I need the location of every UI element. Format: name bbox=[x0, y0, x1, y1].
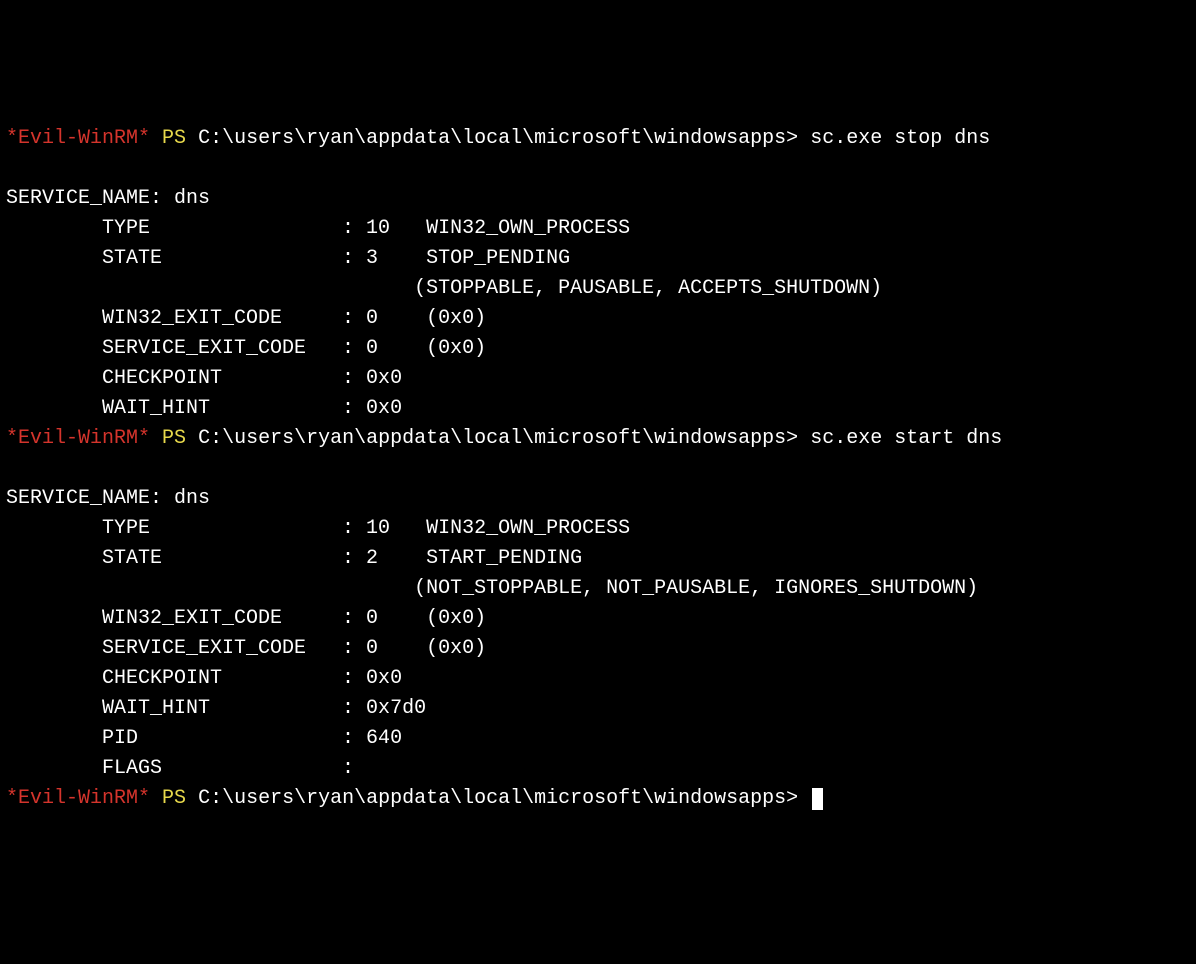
field-line: WIN32_EXIT_CODE : 0 (0x0) bbox=[6, 604, 1190, 634]
field-detail-line: (NOT_STOPPABLE, NOT_PAUSABLE, IGNORES_SH… bbox=[6, 574, 1190, 604]
field-line: STATE : 3 STOP_PENDING bbox=[6, 244, 1190, 274]
prompt-path: C:\users\ryan\appdata\local\microsoft\wi… bbox=[198, 787, 798, 810]
field-line: SERVICE_EXIT_CODE : 0 (0x0) bbox=[6, 634, 1190, 664]
prompt-ps: PS bbox=[162, 427, 186, 450]
service-name-label: SERVICE_NAME: bbox=[6, 187, 162, 210]
prompt-line[interactable]: *Evil-WinRM* PS C:\users\ryan\appdata\lo… bbox=[6, 784, 1190, 814]
service-name-label: SERVICE_NAME: bbox=[6, 487, 162, 510]
field-line: TYPE : 10 WIN32_OWN_PROCESS bbox=[6, 214, 1190, 244]
field-line: STATE : 2 START_PENDING bbox=[6, 544, 1190, 574]
service-name-value: dns bbox=[174, 487, 210, 510]
prompt-prefix: *Evil-WinRM* bbox=[6, 427, 150, 450]
prompt-ps: PS bbox=[162, 127, 186, 150]
prompt-prefix: *Evil-WinRM* bbox=[6, 127, 150, 150]
field-line: CHECKPOINT : 0x0 bbox=[6, 364, 1190, 394]
command-text: sc.exe stop dns bbox=[810, 127, 990, 150]
field-line: WAIT_HINT : 0x0 bbox=[6, 394, 1190, 424]
field-line: TYPE : 10 WIN32_OWN_PROCESS bbox=[6, 514, 1190, 544]
blank-line bbox=[6, 454, 1190, 484]
terminal-output[interactable]: *Evil-WinRM* PS C:\users\ryan\appdata\lo… bbox=[6, 124, 1190, 814]
command-text: sc.exe start dns bbox=[810, 427, 1002, 450]
field-detail-line: (STOPPABLE, PAUSABLE, ACCEPTS_SHUTDOWN) bbox=[6, 274, 1190, 304]
prompt-line: *Evil-WinRM* PS C:\users\ryan\appdata\lo… bbox=[6, 124, 1190, 154]
prompt-ps: PS bbox=[162, 787, 186, 810]
prompt-path: C:\users\ryan\appdata\local\microsoft\wi… bbox=[198, 127, 798, 150]
field-line: FLAGS : bbox=[6, 754, 1190, 784]
service-name-line: SERVICE_NAME: dns bbox=[6, 184, 1190, 214]
field-line: CHECKPOINT : 0x0 bbox=[6, 664, 1190, 694]
field-line: SERVICE_EXIT_CODE : 0 (0x0) bbox=[6, 334, 1190, 364]
blank-line bbox=[6, 154, 1190, 184]
service-name-line: SERVICE_NAME: dns bbox=[6, 484, 1190, 514]
field-line: WAIT_HINT : 0x7d0 bbox=[6, 694, 1190, 724]
field-line: PID : 640 bbox=[6, 724, 1190, 754]
service-name-value: dns bbox=[174, 187, 210, 210]
prompt-prefix: *Evil-WinRM* bbox=[6, 787, 150, 810]
cursor-icon bbox=[812, 788, 823, 810]
field-line: WIN32_EXIT_CODE : 0 (0x0) bbox=[6, 304, 1190, 334]
prompt-line: *Evil-WinRM* PS C:\users\ryan\appdata\lo… bbox=[6, 424, 1190, 454]
prompt-path: C:\users\ryan\appdata\local\microsoft\wi… bbox=[198, 427, 798, 450]
